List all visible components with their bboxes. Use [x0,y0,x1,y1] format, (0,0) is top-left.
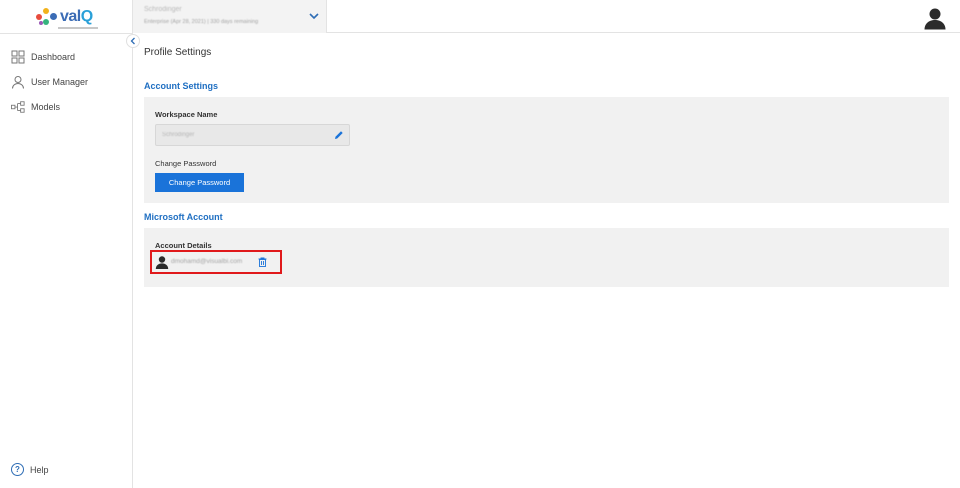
sidebar-item-label: Dashboard [31,51,76,62]
help-link[interactable]: ? Help [11,463,49,476]
account-details-label: Account Details [155,241,212,250]
microsoft-account-title: Microsoft Account [144,212,223,222]
workspace-name-input[interactable] [156,125,326,145]
account-email: dmohamd@visualbi.com [171,258,243,265]
account-details-row: dmohamd@visualbi.com [150,250,282,274]
workspace-plan: Enterprise (Apr 28, 2021) | 330 days rem… [144,19,259,25]
sidebar-collapse-button[interactable] [126,34,140,48]
workspace-name-field [155,124,350,146]
help-label: Help [30,464,49,475]
models-network-icon [11,100,25,113]
workspace-name-label: Workspace Name [155,110,218,119]
top-bar: Schrodinger Enterprise (Apr 28, 2021) | … [133,0,960,33]
account-avatar-icon [155,256,169,269]
edit-pencil-icon[interactable] [334,130,344,140]
sidebar-item-models[interactable]: Models [0,94,133,119]
valq-logo[interactable]: valQ [36,5,100,29]
workspace-name: Schrodinger [144,6,182,13]
chevron-down-icon [309,13,319,20]
logo-dots-icon [36,7,58,27]
sidebar-item-dashboard[interactable]: Dashboard [0,44,133,69]
main-content: Profile Settings Account Settings Worksp… [133,34,960,488]
sidebar-item-user-manager[interactable]: User Manager [0,69,133,94]
delete-trash-icon[interactable] [258,257,267,267]
sidebar-item-label: Models [31,101,61,112]
logo-tagline [58,27,98,29]
chevron-left-icon [130,37,135,45]
user-avatar-icon[interactable] [923,6,947,30]
sidebar-item-label: User Manager [31,76,89,87]
page-title: Profile Settings [144,47,212,58]
change-password-button[interactable]: Change Password [155,173,244,192]
brand-name: valQ [60,8,93,25]
change-password-label: Change Password [155,159,217,168]
sidebar-divider [0,33,133,34]
user-icon [12,75,24,89]
sidebar: valQ Dashboard User Manager Models ? Hel… [0,0,133,488]
sidebar-nav: Dashboard User Manager Models [0,44,133,119]
help-circle-icon: ? [11,463,24,476]
workspace-selector[interactable]: Schrodinger Enterprise (Apr 28, 2021) | … [133,0,327,33]
dashboard-grid-icon [11,50,25,63]
account-settings-title: Account Settings [144,81,219,91]
account-settings-panel: Workspace Name Change Password Change Pa… [144,97,949,203]
microsoft-account-panel: Account Details dmohamd@visualbi.com [144,228,949,287]
